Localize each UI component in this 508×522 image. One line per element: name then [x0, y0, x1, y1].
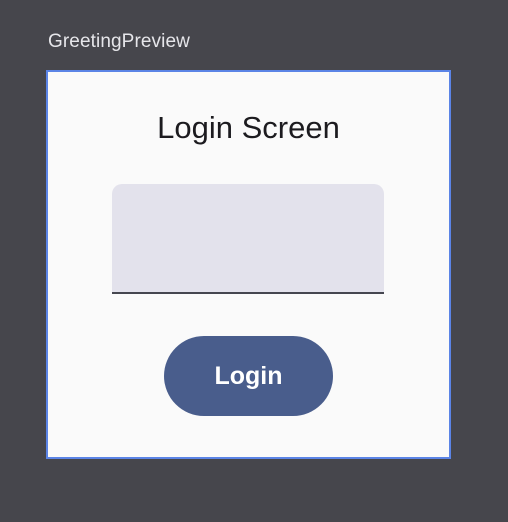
screen-title: Login Screen: [157, 110, 340, 145]
preview-canvas: GreetingPreview Login Screen Login: [0, 0, 508, 522]
login-input[interactable]: [112, 184, 384, 292]
preview-frame: Login Screen Login: [46, 70, 451, 459]
login-text-field[interactable]: [112, 184, 384, 294]
login-button[interactable]: Login: [164, 336, 333, 416]
preview-name-label: GreetingPreview: [48, 31, 190, 52]
